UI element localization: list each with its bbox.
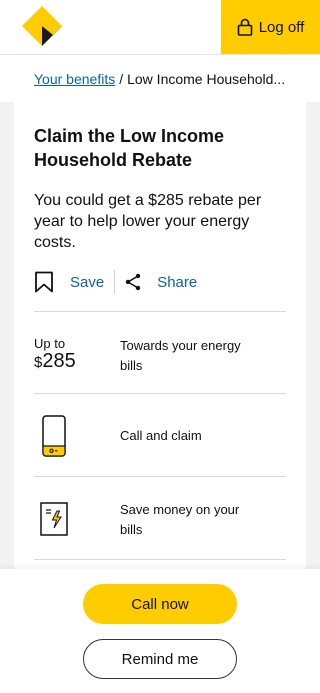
card-actions: Save Share: [34, 268, 197, 296]
feature-save-money: Save money on your bills: [34, 498, 286, 542]
breadcrumb-separator: /: [119, 70, 124, 87]
divider: [34, 559, 286, 560]
amount-value: 285: [42, 350, 76, 372]
remind-me-button[interactable]: Remind me: [83, 639, 237, 679]
amount-prefix: Up to: [34, 336, 66, 351]
action-divider: [114, 270, 116, 294]
padlock-icon: [237, 18, 252, 36]
log-off-button[interactable]: Log off: [221, 0, 320, 54]
share-button[interactable]: Share: [125, 273, 197, 291]
phone-icon: [42, 415, 66, 457]
breadcrumb: Your benefits / Low Income Household...: [0, 54, 320, 102]
bookmark-icon: [35, 271, 53, 293]
log-off-label: Log off: [258, 18, 305, 36]
benefit-card: Claim the Low Income Household Rebate Yo…: [14, 102, 306, 582]
divider: [34, 393, 286, 394]
feature-rebate-amount: Up to $285 Towards your energy bills: [34, 336, 286, 386]
save-money-label: Save money on your bills: [120, 502, 240, 537]
feature-call-and-claim: Call and claim: [34, 414, 286, 458]
save-label: Save: [70, 273, 105, 291]
electricity-bill-icon: [40, 502, 68, 536]
share-label: Share: [157, 273, 198, 291]
save-button[interactable]: Save: [34, 271, 104, 293]
share-icon: [126, 273, 141, 291]
commbank-logo-icon[interactable]: [22, 6, 62, 46]
page-title: Claim the Low Income Household Rebate: [34, 126, 225, 170]
breadcrumb-link-your-benefits[interactable]: Your benefits: [34, 71, 115, 87]
amount-label: Towards your energy bills: [120, 338, 241, 373]
benefit-description: You could get a $285 rebate per year to …: [34, 192, 262, 251]
call-now-button[interactable]: Call now: [83, 584, 237, 624]
action-footer: Call now Remind me: [0, 569, 320, 693]
rebate-amount: $285: [34, 350, 76, 373]
app-header: Log off: [0, 0, 320, 54]
breadcrumb-current: Low Income Household...: [127, 70, 286, 87]
call-and-claim-label: Call and claim: [120, 428, 202, 443]
divider: [34, 476, 286, 477]
divider: [34, 311, 286, 312]
